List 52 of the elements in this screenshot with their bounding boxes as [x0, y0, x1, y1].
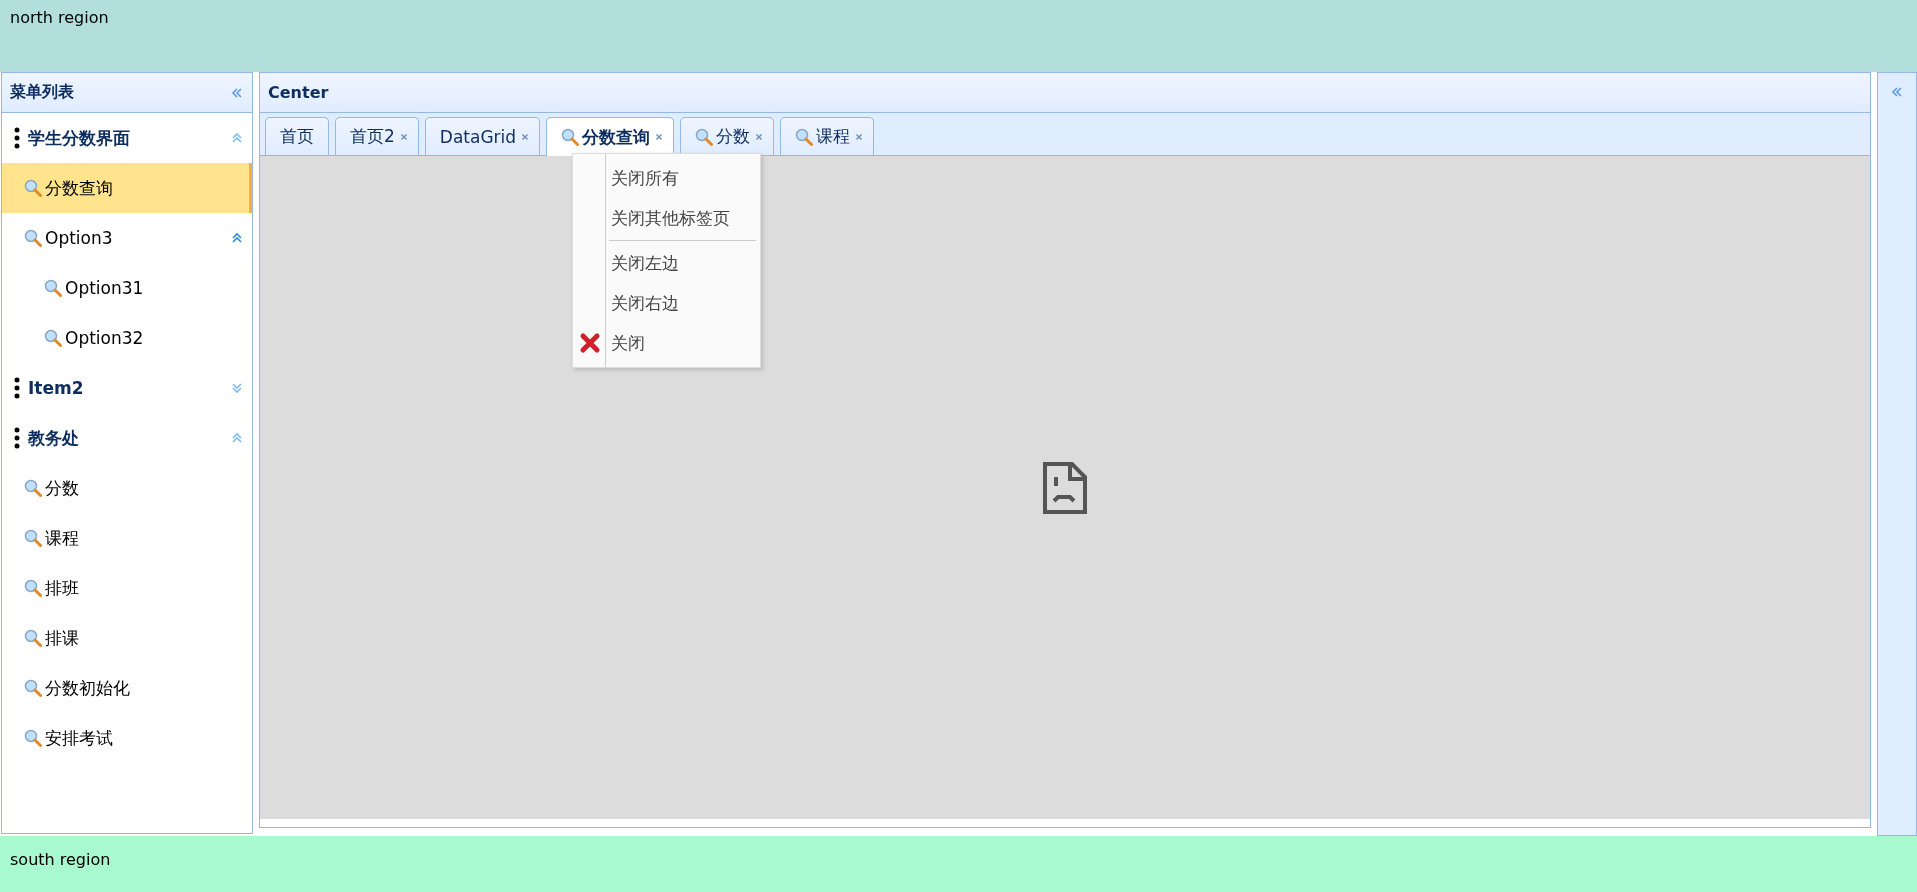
- magnifier-icon: [24, 529, 42, 547]
- menu-group[interactable]: Item2: [2, 363, 252, 413]
- tab[interactable]: 课程: [780, 117, 875, 155]
- magnifier-icon: [24, 229, 42, 247]
- tab[interactable]: DataGrid: [424, 117, 541, 155]
- magnifier-icon: [24, 679, 42, 697]
- tab[interactable]: 分数查询: [546, 117, 675, 156]
- panel-title: 菜单列表: [10, 82, 74, 103]
- tab[interactable]: 首页2: [335, 117, 419, 155]
- close-icon: [578, 331, 602, 355]
- dots-icon: [14, 377, 20, 399]
- collapse-left-icon[interactable]: [230, 85, 244, 100]
- magnifier-icon: [24, 479, 42, 497]
- menu-item[interactable]: Option32: [2, 313, 252, 363]
- menu-item[interactable]: 安排考试: [2, 713, 252, 763]
- menu-option[interactable]: 关闭右边: [573, 283, 760, 323]
- panel-title: Center: [268, 83, 329, 102]
- menu-item[interactable]: 排课: [2, 613, 252, 663]
- menu-group[interactable]: 学生分数界面: [2, 113, 252, 163]
- collapse-icon[interactable]: [230, 131, 244, 145]
- broken-file-icon: [1042, 460, 1088, 515]
- magnifier-icon: [24, 629, 42, 647]
- tab[interactable]: 分数: [680, 117, 775, 155]
- menu-item[interactable]: 分数查询: [2, 163, 252, 213]
- menu-option[interactable]: 关闭: [573, 323, 760, 363]
- menu-option[interactable]: 关闭其他标签页: [573, 198, 760, 238]
- dots-icon: [14, 427, 20, 449]
- region-label: south region: [10, 850, 111, 869]
- menu-item[interactable]: Option3: [2, 213, 252, 263]
- dots-icon: [14, 127, 20, 149]
- menu-item[interactable]: 分数: [2, 463, 252, 513]
- collapse-icon[interactable]: [230, 231, 244, 245]
- magnifier-icon: [44, 279, 62, 297]
- collapse-left-icon[interactable]: [1890, 85, 1904, 99]
- collapse-icon[interactable]: [230, 431, 244, 445]
- magnifier-icon: [24, 179, 42, 197]
- menu-item[interactable]: 排班: [2, 563, 252, 613]
- menu-item[interactable]: 课程: [2, 513, 252, 563]
- menu-option[interactable]: 关闭所有: [573, 158, 760, 198]
- magnifier-icon: [695, 127, 714, 146]
- magnifier-icon: [24, 579, 42, 597]
- tab[interactable]: 首页: [265, 117, 329, 155]
- magnifier-icon: [561, 128, 580, 146]
- menu-option[interactable]: 关闭左边: [573, 243, 760, 283]
- magnifier-icon: [44, 329, 62, 347]
- magnifier-icon: [24, 729, 42, 747]
- menu-item[interactable]: 分数初始化: [2, 663, 252, 713]
- menu-group[interactable]: 教务处: [2, 413, 252, 463]
- expand-icon[interactable]: [230, 381, 244, 395]
- region-label: north region: [10, 8, 109, 27]
- menu-item[interactable]: Option31: [2, 263, 252, 313]
- magnifier-icon: [795, 127, 814, 146]
